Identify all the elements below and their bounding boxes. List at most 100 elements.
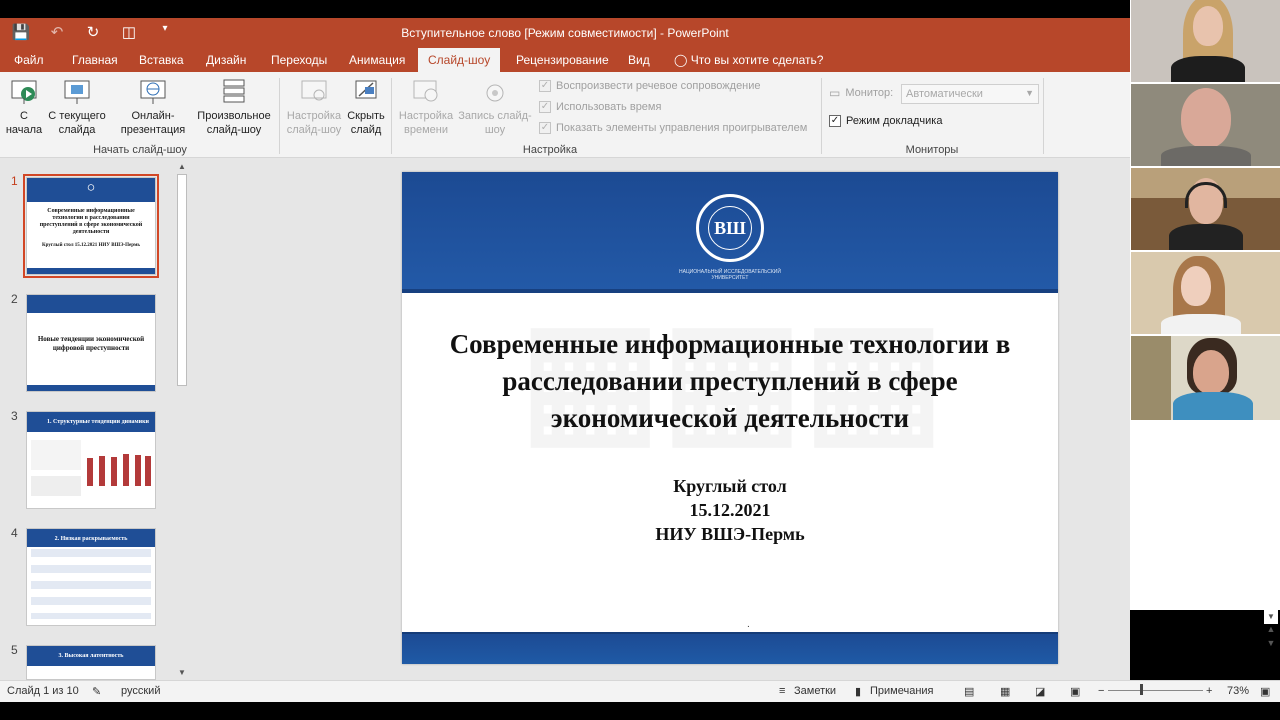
- setup-label: Настройка слайд-шоу: [286, 110, 342, 136]
- thumbnail-mini-table: [31, 549, 151, 619]
- tab-transitions[interactable]: Переходы: [261, 48, 337, 72]
- participant-body: [1173, 392, 1253, 420]
- previous-slide-icon[interactable]: ▲: [1264, 624, 1278, 638]
- comments-button[interactable]: Примечания: [870, 685, 934, 697]
- monitor-select[interactable]: Автоматически ▼: [901, 84, 1039, 104]
- group-label-start: Начать слайд-шоу: [93, 144, 187, 156]
- online-presentation-button[interactable]: Онлайн- презентация: [114, 78, 192, 137]
- monitor-icon: ▭: [829, 86, 841, 100]
- scroll-thumb[interactable]: [177, 174, 187, 386]
- reading-view-icon[interactable]: ◪: [1035, 685, 1045, 698]
- group-separator: [821, 78, 822, 154]
- from-current-button[interactable]: С текущего слайда: [44, 78, 110, 137]
- zoom-level[interactable]: 73%: [1227, 685, 1249, 697]
- canvas-scroll-controls[interactable]: ▼ ▲ ▼: [1264, 610, 1278, 680]
- group-separator: [1043, 78, 1044, 154]
- record-show-button[interactable]: Запись слайд- шоу: [457, 78, 533, 137]
- setup-show-button[interactable]: Настройка слайд-шоу: [283, 78, 345, 137]
- scroll-down-icon[interactable]: ▼: [1264, 610, 1278, 624]
- use-timings-checkbox[interactable]: ✓ Использовать время: [539, 101, 661, 113]
- logo-monogram: ВШ: [708, 206, 752, 250]
- thumbnail-number: 1: [11, 174, 18, 188]
- next-slide-icon[interactable]: ▼: [1264, 638, 1278, 652]
- tell-me-search[interactable]: ◯ Что вы хотите сделать?: [666, 48, 833, 72]
- header-band-line: [402, 289, 1058, 293]
- zoom-slider-thumb[interactable]: [1140, 684, 1143, 695]
- online-label: Онлайн- презентация: [120, 110, 186, 136]
- checkbox-checked-icon: ✓: [829, 115, 841, 127]
- thumbnail-mini-chart: [31, 440, 151, 496]
- narrations-checkbox[interactable]: ✓ Воспроизвести речевое сопровождение: [539, 80, 761, 92]
- record-label: Запись слайд- шоу: [458, 110, 532, 136]
- slide-title[interactable]: Современные информационные технологии в …: [412, 326, 1048, 437]
- mini-bar: [87, 458, 93, 486]
- custom-slides-icon: [223, 79, 245, 103]
- play-from-current-icon: [64, 80, 90, 104]
- slide-dot: .: [747, 619, 750, 630]
- language-indicator[interactable]: русский: [121, 685, 160, 697]
- tab-home[interactable]: Главная: [62, 48, 128, 72]
- scroll-up-icon[interactable]: ▲: [175, 160, 189, 174]
- from-start-button[interactable]: С начала: [4, 78, 44, 137]
- tab-review[interactable]: Рецензирование: [506, 48, 619, 72]
- scroll-down-icon[interactable]: ▼: [175, 666, 189, 680]
- thumbnail-header: 2. Низкая раскрываемость: [27, 529, 155, 547]
- thumbnails-scrollbar[interactable]: ▲ ▼: [175, 160, 189, 680]
- presenter-view-checkbox[interactable]: ✓ Режим докладчика: [829, 115, 942, 127]
- participant-video-1[interactable]: [1131, 0, 1280, 82]
- participant-video-2[interactable]: [1131, 84, 1280, 166]
- normal-view-icon[interactable]: ▤: [964, 685, 974, 698]
- participant-video-4[interactable]: [1131, 252, 1280, 334]
- participant-body: [1161, 146, 1251, 166]
- notes-button[interactable]: Заметки: [794, 685, 836, 697]
- globe-screen-icon: [140, 80, 166, 104]
- slide-thumbnail-2[interactable]: Новые тенденции экономической цифровой п…: [26, 294, 156, 392]
- group-separator: [391, 78, 392, 154]
- thumbnail-number: 4: [11, 526, 18, 540]
- zoom-out-icon[interactable]: −: [1098, 685, 1104, 697]
- tab-file[interactable]: Файл: [4, 48, 54, 72]
- notes-icon[interactable]: ≡: [779, 685, 785, 697]
- slide-subtitle[interactable]: Круглый стол 15.12.2021 НИУ ВШЭ-Пермь: [412, 474, 1048, 546]
- tab-slideshow[interactable]: Слайд-шоу: [418, 48, 501, 72]
- participant-face: [1181, 88, 1231, 148]
- logo-caption: НАЦИОНАЛЬНЫЙ ИССЛЕДОВАТЕЛЬСКИЙ УНИВЕРСИТ…: [679, 269, 781, 281]
- participant-video-3[interactable]: [1131, 168, 1280, 250]
- media-controls-checkbox[interactable]: ✓ Показать элементы управления проигрыва…: [539, 122, 807, 134]
- zoom-in-icon[interactable]: +: [1206, 685, 1212, 697]
- fit-to-window-icon[interactable]: ▣: [1260, 685, 1270, 698]
- mini-bar: [145, 456, 151, 486]
- zoom-slider[interactable]: [1108, 690, 1203, 691]
- custom-show-button[interactable]: Произвольное слайд-шоу: [194, 78, 274, 137]
- slide-sorter-icon[interactable]: ▦: [1000, 685, 1010, 698]
- tell-me-label: Что вы хотите сделать?: [690, 53, 824, 67]
- participant-video-5-active[interactable]: [1131, 336, 1280, 420]
- tab-animations[interactable]: Анимация: [339, 48, 415, 72]
- tab-view[interactable]: Вид: [618, 48, 660, 72]
- slide-thumbnail-4[interactable]: 2. Низкая раскрываемость: [26, 528, 156, 626]
- footer-band-line: [402, 632, 1058, 634]
- hide-slide-button[interactable]: Скрыть слайд: [345, 78, 387, 137]
- slide-thumbnail-3[interactable]: 1. Структурные тенденции динамики: [26, 411, 156, 509]
- rehearse-timings-button[interactable]: Настройка времени: [395, 78, 457, 137]
- hide-slide-icon: [355, 80, 377, 99]
- mini-bar: [135, 455, 141, 486]
- slide-thumbnail-1[interactable]: ◯ Современные информационные технологии …: [23, 174, 159, 278]
- spellcheck-icon[interactable]: ✎: [92, 685, 101, 698]
- subtitle-line: Круглый стол: [673, 476, 787, 496]
- current-slide[interactable]: ВШ НАЦИОНАЛЬНЫЙ ИССЛЕДОВАТЕЛЬСКИЙ УНИВЕР…: [402, 172, 1058, 664]
- group-label-setup: Настройка: [522, 144, 578, 156]
- participant-body: [1171, 56, 1245, 82]
- slideshow-view-icon[interactable]: ▣: [1070, 685, 1080, 698]
- subtitle-line: НИУ ВШЭ-Пермь: [655, 524, 805, 544]
- tab-insert[interactable]: Вставка: [129, 48, 194, 72]
- tab-design[interactable]: Дизайн: [196, 48, 256, 72]
- lightbulb-icon: ◯: [674, 53, 688, 67]
- thumbnail-number: 2: [11, 292, 18, 306]
- slide-thumbnail-5[interactable]: 3. Высокая латентность: [26, 645, 156, 680]
- ribbon-tabs: Файл Главная Вставка Дизайн Переходы Ани…: [0, 48, 1130, 72]
- top-black-bar: [0, 0, 1130, 18]
- thumbnail-number: 3: [11, 409, 18, 423]
- comments-icon[interactable]: ▮: [855, 685, 861, 698]
- checkbox-checked-icon: ✓: [539, 80, 551, 92]
